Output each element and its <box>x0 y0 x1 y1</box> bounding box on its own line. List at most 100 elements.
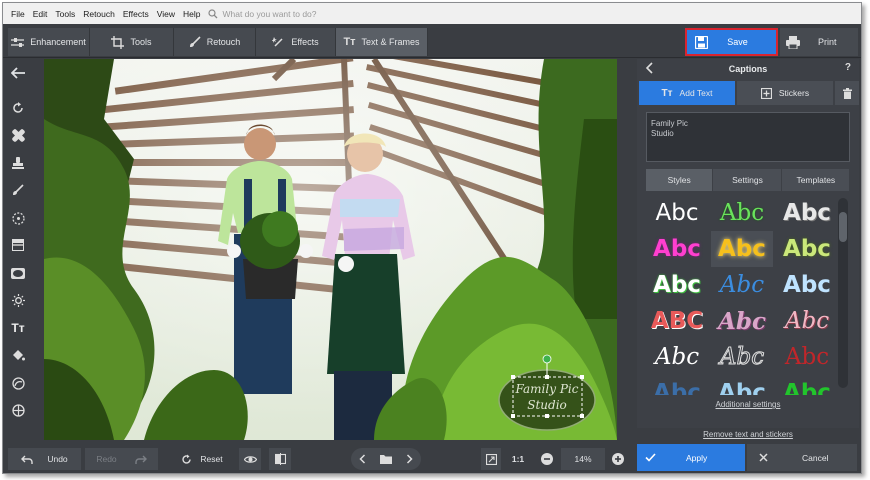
menu-help[interactable]: Help <box>179 9 204 19</box>
paint-bucket-icon[interactable] <box>9 346 27 364</box>
style-preset[interactable]: Abc <box>646 267 708 303</box>
minus-circle-icon <box>541 453 553 465</box>
trash-icon <box>842 87 852 99</box>
vignette-icon[interactable] <box>9 264 27 282</box>
style-preset[interactable]: ABC <box>646 303 708 339</box>
zoom-in-button[interactable] <box>610 448 626 470</box>
style-preset[interactable]: Abc <box>711 267 773 303</box>
style-preset[interactable]: Abc <box>711 231 773 267</box>
add-text-icon: Tт <box>661 87 673 99</box>
tab-add-text[interactable]: Tт Add Text <box>639 81 735 105</box>
chevron-right-icon[interactable] <box>406 454 413 464</box>
remove-text-link[interactable]: Remove text and stickers <box>637 430 859 439</box>
save-button[interactable]: Save <box>685 28 778 56</box>
app-window: File Edit Tools Retouch Effects View Hel… <box>2 2 862 474</box>
stamp-icon[interactable] <box>9 154 27 172</box>
sun-icon[interactable] <box>9 291 27 309</box>
reset-button[interactable]: Reset <box>169 448 235 470</box>
tab-text-frames[interactable]: Tт Text & Frames <box>336 28 428 56</box>
redo-button[interactable]: Redo <box>85 448 158 470</box>
folder-icon[interactable] <box>380 454 392 464</box>
chevron-left-icon[interactable] <box>359 454 366 464</box>
style-preset[interactable]: Abc <box>776 375 838 395</box>
magic-wand-icon <box>272 36 283 47</box>
chevron-left-icon[interactable] <box>645 62 655 74</box>
gradient-filter-icon[interactable] <box>9 236 27 254</box>
radial-filter-icon[interactable] <box>9 209 27 227</box>
additional-settings-link[interactable]: Additional settings <box>637 400 859 409</box>
rotate-icon[interactable] <box>9 99 27 117</box>
tab-stickers[interactable]: Stickers <box>737 81 833 105</box>
menu-bar: File Edit Tools Retouch Effects View Hel… <box>3 3 861 24</box>
preview-button[interactable] <box>239 448 261 470</box>
menu-search[interactable]: What do you want to do? <box>208 8 317 19</box>
style-tabs: Styles Settings Templates <box>646 169 850 191</box>
style-preset[interactable]: Abc <box>711 195 773 231</box>
style-preset[interactable]: Abc <box>776 267 838 303</box>
caption-text-input[interactable]: Family Pic Studio <box>646 112 850 162</box>
tab-settings[interactable]: Settings <box>714 169 782 191</box>
tab-effects-label: Effects <box>291 37 319 47</box>
style-preset[interactable]: Abc <box>646 339 708 375</box>
style-preset[interactable]: Abc <box>646 195 708 231</box>
presets-scrollbar[interactable] <box>838 198 848 388</box>
back-arrow-icon[interactable] <box>9 64 27 82</box>
text-tool-icon[interactable]: Tт <box>9 319 27 337</box>
caption-text-line2[interactable]: Studio <box>527 398 567 412</box>
menu-file[interactable]: File <box>7 9 29 19</box>
menu-effects[interactable]: Effects <box>119 9 153 19</box>
cancel-label: Cancel <box>802 452 829 463</box>
style-preset[interactable]: Abc <box>776 195 838 231</box>
print-button[interactable]: Print <box>780 28 858 56</box>
presets-scroll-thumb[interactable] <box>839 212 847 242</box>
captions-panel: Captions ? Tт Add Text Stickers Family P… <box>637 59 859 428</box>
zoom-level[interactable]: 14% <box>561 448 605 470</box>
tab-effects[interactable]: Effects <box>256 28 336 56</box>
compare-button[interactable] <box>269 448 291 470</box>
garden-photo: Family Pic Studio <box>44 59 617 440</box>
menu-edit[interactable]: Edit <box>29 9 52 19</box>
search-placeholder[interactable]: What do you want to do? <box>222 9 316 19</box>
actual-size-button[interactable]: 1:1 <box>507 448 529 470</box>
panel-header: Captions ? <box>637 59 859 79</box>
undo-button[interactable]: Undo <box>8 448 81 470</box>
menu-view[interactable]: View <box>153 9 179 19</box>
apply-button[interactable]: Apply <box>637 444 745 471</box>
target-icon[interactable] <box>9 401 27 419</box>
style-preset[interactable]: Abc <box>711 375 773 395</box>
style-preset[interactable]: Abc <box>776 303 838 339</box>
tab-enhancement-label: Enhancement <box>30 37 86 47</box>
bandage-icon[interactable] <box>9 126 27 144</box>
style-preset[interactable]: Abc <box>711 339 773 375</box>
main-toolbar: Enhancement Tools Retouch Effects Tт Tex… <box>3 24 861 58</box>
photo-canvas[interactable]: Family Pic Studio <box>44 59 617 440</box>
zoom-out-button[interactable] <box>539 448 555 470</box>
style-preset[interactable]: Abc <box>646 375 708 395</box>
undo-label: Undo <box>47 454 68 464</box>
paintbrush-icon[interactable] <box>9 181 27 199</box>
fit-screen-button[interactable] <box>481 448 501 470</box>
style-preset[interactable]: Abc <box>711 303 773 339</box>
stickers-label: Stickers <box>778 88 810 98</box>
search-icon <box>208 8 218 18</box>
plus-circle-icon <box>612 453 624 465</box>
delete-button[interactable] <box>835 81 859 105</box>
menu-tools[interactable]: Tools <box>51 9 79 19</box>
style-preset[interactable]: Abc <box>646 231 708 267</box>
panel-title: Captions <box>728 64 768 74</box>
style-preset[interactable]: Abc <box>776 231 838 267</box>
cancel-button[interactable]: Cancel <box>747 444 857 471</box>
style-preset[interactable]: Abc <box>776 339 838 375</box>
tab-templates[interactable]: Templates <box>782 169 850 191</box>
replace-background-icon[interactable] <box>9 374 27 392</box>
tab-retouch[interactable]: Retouch <box>174 28 256 56</box>
compare-icon <box>274 453 286 465</box>
help-icon[interactable]: ? <box>845 62 851 73</box>
tab-enhancement[interactable]: Enhancement <box>8 28 90 56</box>
menu-retouch[interactable]: Retouch <box>79 9 119 19</box>
caption-text-line1[interactable]: Family Pic <box>515 382 579 396</box>
tab-text-frames-label: Text & Frames <box>361 37 420 47</box>
feature-tabs: Enhancement Tools Retouch Effects Tт Tex… <box>8 28 428 56</box>
tab-styles[interactable]: Styles <box>646 169 714 191</box>
tab-tools[interactable]: Tools <box>90 28 174 56</box>
